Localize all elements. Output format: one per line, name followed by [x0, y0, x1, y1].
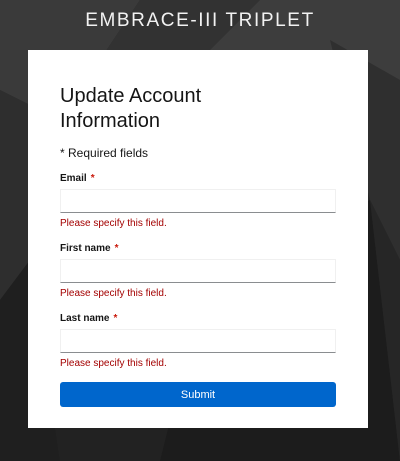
email-input[interactable] [60, 189, 336, 213]
email-error-message: Please specify this field. [60, 218, 167, 229]
app-title: EMBRACE-III TRIPLET [85, 10, 315, 31]
email-label-text: Email [60, 173, 87, 184]
last-name-error-message: Please specify this field. [60, 358, 167, 369]
email-field-group: Email * Please specify this field. [60, 172, 336, 230]
first-name-label-text: First name [60, 243, 111, 254]
first-name-input[interactable] [60, 259, 336, 283]
submit-button[interactable]: Submit [60, 382, 336, 407]
update-account-card: Update Account Information * Required fi… [28, 50, 368, 428]
last-name-required-marker: * [113, 313, 118, 324]
last-name-field-group: Last name * Please specify this field. [60, 312, 336, 370]
email-label: Email * [60, 172, 336, 186]
form-title: Update Account Information [60, 85, 202, 132]
email-required-marker: * [90, 173, 95, 184]
first-name-field-group: First name * Please specify this field. [60, 242, 336, 300]
first-name-error-message: Please specify this field. [60, 288, 167, 299]
last-name-label-text: Last name [60, 313, 110, 324]
required-fields-note: * Required fields [60, 146, 149, 160]
last-name-label: Last name * [60, 312, 336, 326]
last-name-input[interactable] [60, 329, 336, 353]
first-name-label: First name * [60, 242, 336, 256]
first-name-required-marker: * [114, 243, 119, 254]
